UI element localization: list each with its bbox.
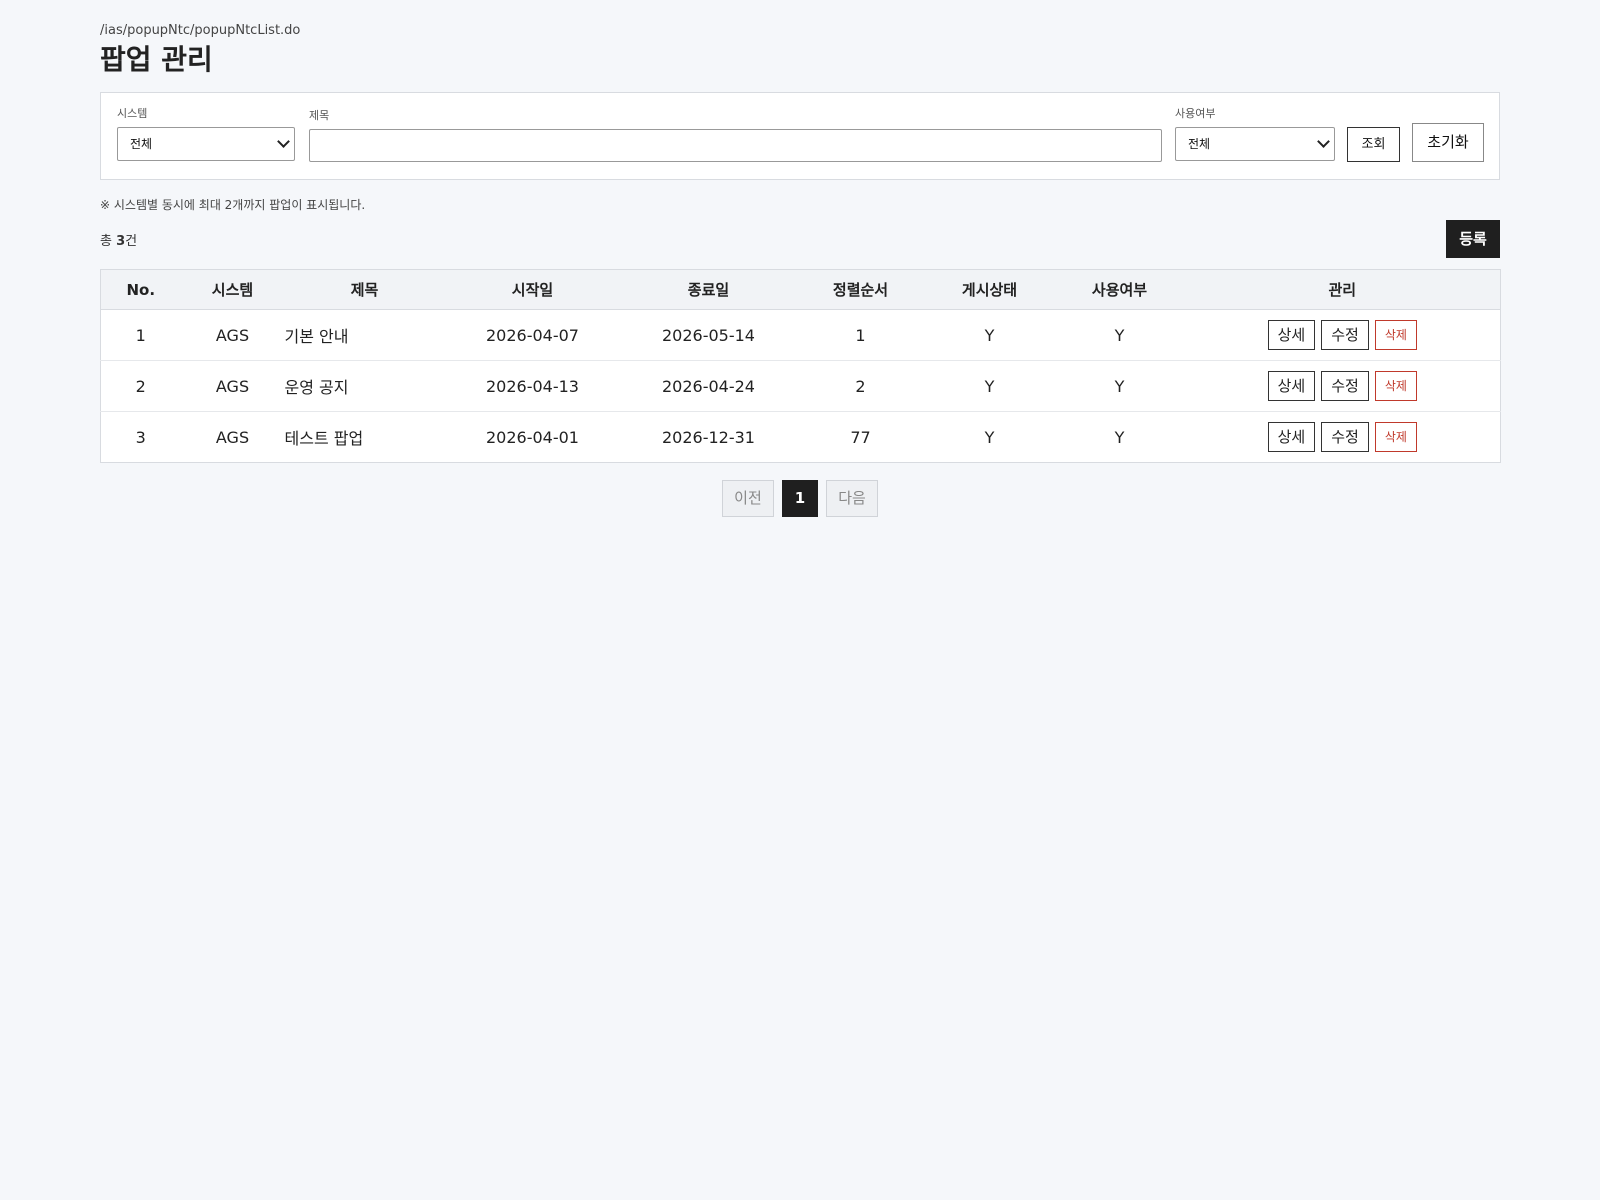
cell-use: Y — [1114, 427, 1125, 447]
pagination: 이전 1 다음 — [100, 480, 1500, 517]
system-label: 시스템 — [117, 107, 148, 120]
header-start-date: 시작일 — [444, 269, 621, 310]
register-button[interactable]: 등록 — [1446, 220, 1500, 258]
header-title: 제목 — [284, 269, 445, 310]
system-select[interactable]: 전체 — [117, 127, 295, 161]
delete-button[interactable]: 삭제 — [1374, 371, 1417, 401]
system-select-value: 전체 — [130, 137, 153, 151]
total-number: 3 — [116, 234, 126, 249]
cell-end-date: 2026-12-31 — [662, 427, 755, 447]
search-panel: 시스템 전체 제목 사용여부 전체 조회 초기화 — [100, 92, 1500, 180]
title-label: 제목 — [309, 109, 330, 122]
cell-title: 테스트 팝업 — [284, 429, 364, 448]
page-button-current[interactable]: 1 — [781, 480, 819, 517]
total-prefix: 총 — [100, 234, 117, 249]
chevron-down-icon — [277, 135, 290, 148]
table-row: 1 AGS 기본 안내 2026-04-07 2026-05-14 1 Y Y … — [100, 309, 1501, 361]
total-count: 총 3건 — [100, 230, 137, 249]
prev-page-button[interactable]: 이전 — [722, 480, 774, 517]
total-suffix: 건 — [125, 234, 138, 249]
detail-button[interactable]: 상세 — [1267, 320, 1316, 350]
cell-title: 운영 공지 — [284, 360, 445, 412]
cell-system: AGS — [180, 309, 285, 361]
cell-end-date: 2026-04-24 — [620, 360, 797, 412]
system-field: 시스템 — [117, 107, 147, 121]
title-input[interactable] — [309, 129, 1162, 162]
cell-use: Y — [1054, 360, 1185, 412]
use-label: 사용여부 — [1175, 107, 1216, 120]
cell-actions: 상세 수정 삭제 — [1185, 412, 1501, 463]
header-sort-order: 정렬순서 — [796, 269, 925, 310]
cell-no: 2 — [100, 360, 181, 412]
use-select-value: 전체 — [1188, 137, 1211, 151]
cell-start-date: 2026-04-13 — [444, 360, 621, 412]
detail-button[interactable]: 상세 — [1267, 422, 1316, 452]
cell-start-date: 2026-04-01 — [486, 427, 579, 447]
cell-title: 기본 안내 — [284, 309, 445, 361]
table-header-row: No. 시스템 제목 시작일 종료일 정렬순서 게시상태 사용여부 관리 — [100, 269, 1501, 310]
header-no: No. — [100, 269, 181, 310]
cell-sort-order: 2 — [796, 360, 925, 412]
header-post-status: 게시상태 — [924, 269, 1055, 310]
edit-button[interactable]: 수정 — [1321, 371, 1369, 401]
cell-no: 3 — [135, 427, 146, 447]
page-title: 팝업 관리 — [100, 43, 213, 76]
header-end-date: 종료일 — [620, 269, 797, 310]
edit-button[interactable]: 수정 — [1321, 320, 1369, 350]
cell-system: AGS — [180, 360, 285, 412]
page-container: /ias/popupNtc/popupNtcList.do 팝업 관리 시스템 … — [100, 22, 1501, 517]
search-button[interactable]: 조회 — [1347, 127, 1400, 162]
reset-button[interactable]: 초기화 — [1412, 123, 1484, 162]
edit-button[interactable]: 수정 — [1321, 422, 1369, 452]
cell-post-status: Y — [924, 309, 1055, 361]
delete-button[interactable]: 삭제 — [1374, 422, 1417, 452]
chevron-down-icon — [1317, 135, 1330, 148]
delete-button[interactable]: 삭제 — [1374, 320, 1417, 350]
cell-post-status: Y — [984, 427, 995, 447]
header-use: 사용여부 — [1054, 269, 1185, 310]
cell-actions: 상세 수정 삭제 — [1184, 309, 1501, 361]
table-row: 2 AGS 운영 공지 2026-04-13 2026-04-24 2 Y Y … — [100, 360, 1501, 412]
cell-post-status: Y — [924, 360, 1055, 412]
use-field: 사용여부 — [1175, 107, 1215, 121]
cell-use: Y — [1054, 309, 1185, 361]
url-path: /ias/popupNtc/popupNtcList.do — [100, 23, 301, 38]
cell-end-date: 2026-05-14 — [620, 309, 797, 361]
cell-sort-order: 1 — [796, 309, 925, 361]
table-row: 3 AGS 테스트 팝업 2026-04-01 2026-12-31 77 Y … — [101, 412, 1501, 463]
popup-table: No. 시스템 제목 시작일 종료일 정렬순서 게시상태 사용여부 관리 1 A… — [100, 269, 1501, 463]
header-system: 시스템 — [180, 269, 285, 310]
cell-sort-order: 77 — [850, 427, 871, 447]
next-page-button[interactable]: 다음 — [826, 480, 878, 517]
cell-start-date: 2026-04-07 — [444, 309, 621, 361]
cell-actions: 상세 수정 삭제 — [1184, 360, 1501, 412]
cell-no: 1 — [100, 309, 181, 361]
notice-text: ※ 시스템별 동시에 최대 2개까지 팝업이 표시됩니다. — [100, 198, 366, 212]
detail-button[interactable]: 상세 — [1267, 371, 1316, 401]
header-manage: 관리 — [1184, 269, 1501, 310]
title-field: 제목 — [309, 109, 329, 123]
cell-system: AGS — [215, 427, 250, 447]
use-select[interactable]: 전체 — [1175, 127, 1335, 161]
